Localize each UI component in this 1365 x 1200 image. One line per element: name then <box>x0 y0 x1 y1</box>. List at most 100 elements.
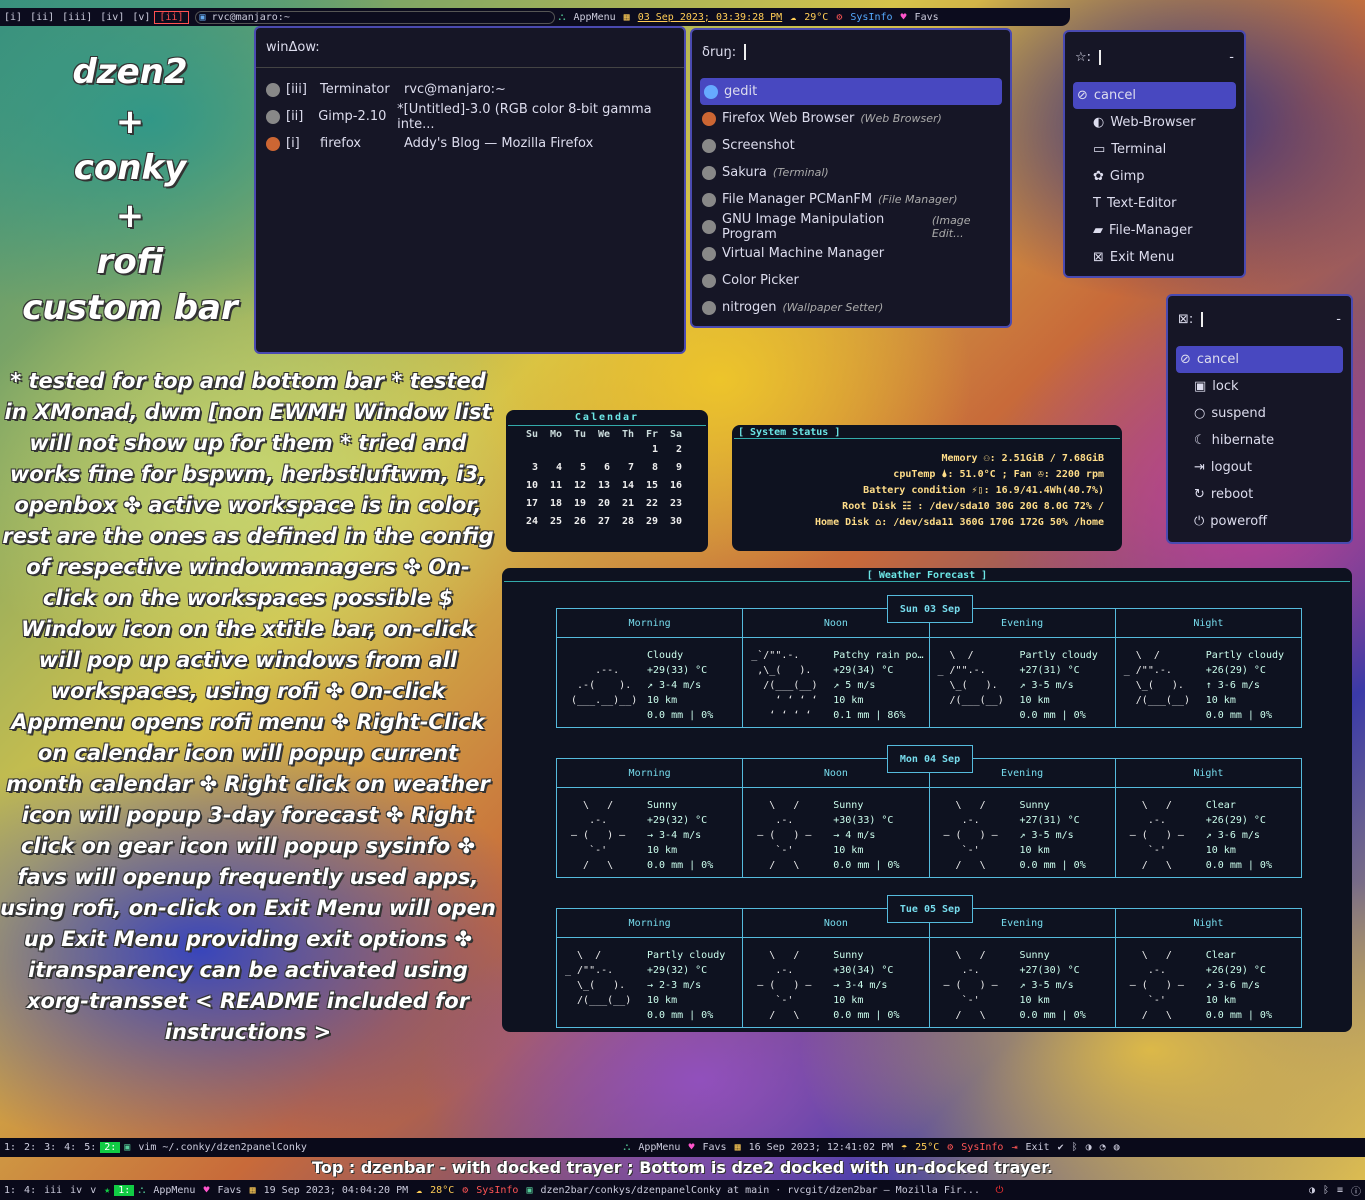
run-item[interactable]: gedit <box>700 78 1002 105</box>
run-item[interactable]: Sakura (Terminal) <box>692 159 1010 186</box>
appmenu-button[interactable]: AppMenu <box>634 1142 684 1153</box>
favs-prompt[interactable]: ☆: - <box>1065 32 1244 82</box>
heart-icon[interactable]: ♥ <box>199 1185 213 1196</box>
appmenu-icon[interactable]: ⛬ <box>555 12 570 23</box>
run-item[interactable]: GNU Image Manipulation Program (Image Edi… <box>692 212 1010 242</box>
run-prompt[interactable]: δruŋ: <box>692 30 1010 74</box>
exit-icon[interactable]: ⇥ <box>1007 1142 1021 1153</box>
exit-item-cancel[interactable]: ⊘ cancel <box>1176 346 1343 373</box>
gear-icon[interactable]: ⚙ <box>458 1185 472 1196</box>
weather-icon[interactable]: ☁ <box>786 12 800 23</box>
favs-item-text-editor[interactable]: T Text-Editor <box>1065 190 1244 217</box>
calendar-icon[interactable]: ▦ <box>246 1185 260 1196</box>
workspace-3[interactable]: 3: <box>40 1142 60 1153</box>
workspace-2[interactable]: 2: <box>20 1142 40 1153</box>
favs-button[interactable]: Favs <box>911 12 943 23</box>
workspace-4[interactable]: 4: <box>20 1185 40 1196</box>
heart-icon[interactable]: ♥ <box>684 1142 698 1153</box>
workspace-5[interactable]: 5: <box>80 1142 100 1153</box>
run-item[interactable]: Firefox Web Browser (Web Browser) <box>692 105 1010 132</box>
workspace-3[interactable]: iii <box>40 1185 66 1196</box>
bluetooth-icon[interactable]: ᛒ <box>1319 1185 1333 1196</box>
exit-item-poweroff[interactable]: ⏻ poweroff <box>1168 508 1351 535</box>
workspace-active[interactable]: [ii] <box>154 10 189 24</box>
gear-icon[interactable]: ⚙ <box>943 1142 957 1153</box>
sysinfo-button[interactable]: SysInfo <box>846 12 896 23</box>
workspace-1[interactable]: 1: <box>0 1142 20 1153</box>
run-item[interactable]: File Manager PCManFM (File Manager) <box>692 186 1010 213</box>
favs-item-exit-menu[interactable]: ⊠ Exit Menu <box>1065 244 1244 271</box>
suspend-icon: ○ <box>1194 406 1206 421</box>
calendar-icon[interactable]: ▦ <box>731 1142 745 1153</box>
bluetooth-icon[interactable]: ᛒ <box>1068 1142 1082 1153</box>
window-icon[interactable]: ▣ <box>200 12 206 23</box>
calendar-icon[interactable]: ▦ <box>620 12 634 23</box>
volume-icon[interactable]: ◑ <box>1082 1142 1096 1153</box>
weather-info: Cloudy +29(33) °C ↗ 3-4 m/s 10 km 0.0 mm… <box>647 650 714 721</box>
window-item[interactable]: [iii] Terminator rvc@manjaro:~ <box>256 76 684 103</box>
exit-item-reboot[interactable]: ↻ reboot <box>1168 481 1351 508</box>
exit-item-suspend[interactable]: ○ suspend <box>1168 400 1351 427</box>
power-icon[interactable]: ⏻ <box>991 1185 1007 1196</box>
favs-item-cancel[interactable]: ⊘ cancel <box>1073 82 1236 109</box>
window-icon[interactable]: ▣ <box>522 1185 536 1196</box>
window-switcher-prompt[interactable]: winΔow: <box>256 28 684 68</box>
workspace-4[interactable]: 4: <box>60 1142 80 1153</box>
workspace-4[interactable]: [iv] <box>96 12 128 23</box>
favs-item-web-browser[interactable]: ◐ Web-Browser <box>1065 109 1244 136</box>
info-icon[interactable]: ⓘ <box>1347 1183 1365 1198</box>
workspace-active[interactable]: 2: <box>100 1142 121 1153</box>
workspace-5[interactable]: v <box>86 1185 100 1196</box>
volume-icon[interactable]: ◑ <box>1305 1185 1319 1196</box>
run-item[interactable]: Virtual Machine Manager <box>692 240 1010 267</box>
exit-button[interactable]: Exit <box>1021 1142 1053 1153</box>
exit-item-lock[interactable]: ▣ lock <box>1168 373 1351 400</box>
workspace-5[interactable]: [v] <box>128 12 154 23</box>
workspace-1[interactable]: [i] <box>0 12 26 23</box>
window-item[interactable]: [ii] Gimp-2.10 *[Untitled]-3.0 (RGB color … <box>256 102 684 132</box>
weather-day: Morning Noon Evening Night \ / _ /"".-. \_(… <box>556 895 1302 1028</box>
appmenu-button[interactable]: AppMenu <box>570 12 620 23</box>
favs-item-file-manager[interactable]: ▰ File-Manager <box>1065 217 1244 244</box>
run-item[interactable]: nitrogen (Wallpaper Setter) <box>692 294 1010 321</box>
appmenu-icon[interactable]: ⛬ <box>619 1142 634 1153</box>
run-launcher: δruŋ: gedit Firefox Web Browser (Web Brow… <box>690 28 1012 328</box>
workspace-3[interactable]: [iii] <box>58 12 96 23</box>
star-icon[interactable]: ★ <box>100 1185 114 1196</box>
workspace-1[interactable]: 1: <box>0 1185 20 1196</box>
calendar-day: 9 <box>675 462 682 473</box>
exit-item-logout[interactable]: ⇥ logout <box>1168 454 1351 481</box>
exit-item-hibernate[interactable]: ☾ hibernate <box>1168 427 1351 454</box>
run-item[interactable]: Screenshot <box>692 132 1010 159</box>
window-title[interactable]: ▣ rvc@manjaro:~ <box>194 10 555 24</box>
weather-art: \ / _ /"".-. \_( ). /(___(__) <box>565 950 632 1006</box>
appmenu-icon[interactable]: ⛬ <box>134 1185 149 1196</box>
favs-item-terminal[interactable]: ▭ Terminal <box>1065 136 1244 163</box>
network-icon[interactable]: ≡ <box>1333 1185 1347 1196</box>
weather-cell: \ / _ /"".-. \_( ). /(___(__) Partly clou… <box>1116 638 1301 727</box>
window-icon[interactable]: ▣ <box>120 1142 134 1153</box>
appmenu-button[interactable]: AppMenu <box>149 1185 199 1196</box>
gear-icon[interactable]: ⚙ <box>832 12 846 23</box>
weather-icon[interactable]: ☁ <box>412 1185 426 1196</box>
weather-cell: \ / .-. ‒ ( ) ‒ `-' / \ Sunny +30(34) °C … <box>743 938 930 1027</box>
feature-description: * tested for top and bottom bar * tested… <box>0 369 496 1044</box>
tray-check-icon[interactable]: ✔ <box>1054 1142 1068 1153</box>
sysinfo-button[interactable]: SysInfo <box>957 1142 1007 1153</box>
exit-prompt[interactable]: ⊠: - <box>1168 296 1351 342</box>
tray-app-icon[interactable]: ◍ <box>1110 1142 1124 1153</box>
gedit-icon <box>704 84 718 99</box>
weather-cell: \ / _ /"".-. \_( ). /(___(__) Partly clou… <box>557 938 744 1027</box>
heart-icon[interactable]: ♥ <box>897 12 911 23</box>
network-icon[interactable]: ◔ <box>1096 1142 1110 1153</box>
favs-item-gimp[interactable]: ✿ Gimp <box>1065 163 1244 190</box>
weather-icon[interactable]: ☂ <box>897 1142 911 1153</box>
workspace-4b[interactable]: iv <box>66 1185 86 1196</box>
workspace-active[interactable]: 1: <box>114 1184 135 1196</box>
workspace-2[interactable]: [ii] <box>26 12 58 23</box>
run-item[interactable]: Color Picker <box>692 267 1010 294</box>
favs-button[interactable]: Favs <box>699 1142 731 1153</box>
window-item[interactable]: [i] firefox Addy's Blog — Mozilla Firefox <box>256 130 684 157</box>
sysinfo-button[interactable]: SysInfo <box>472 1185 522 1196</box>
favs-button[interactable]: Favs <box>214 1185 246 1196</box>
